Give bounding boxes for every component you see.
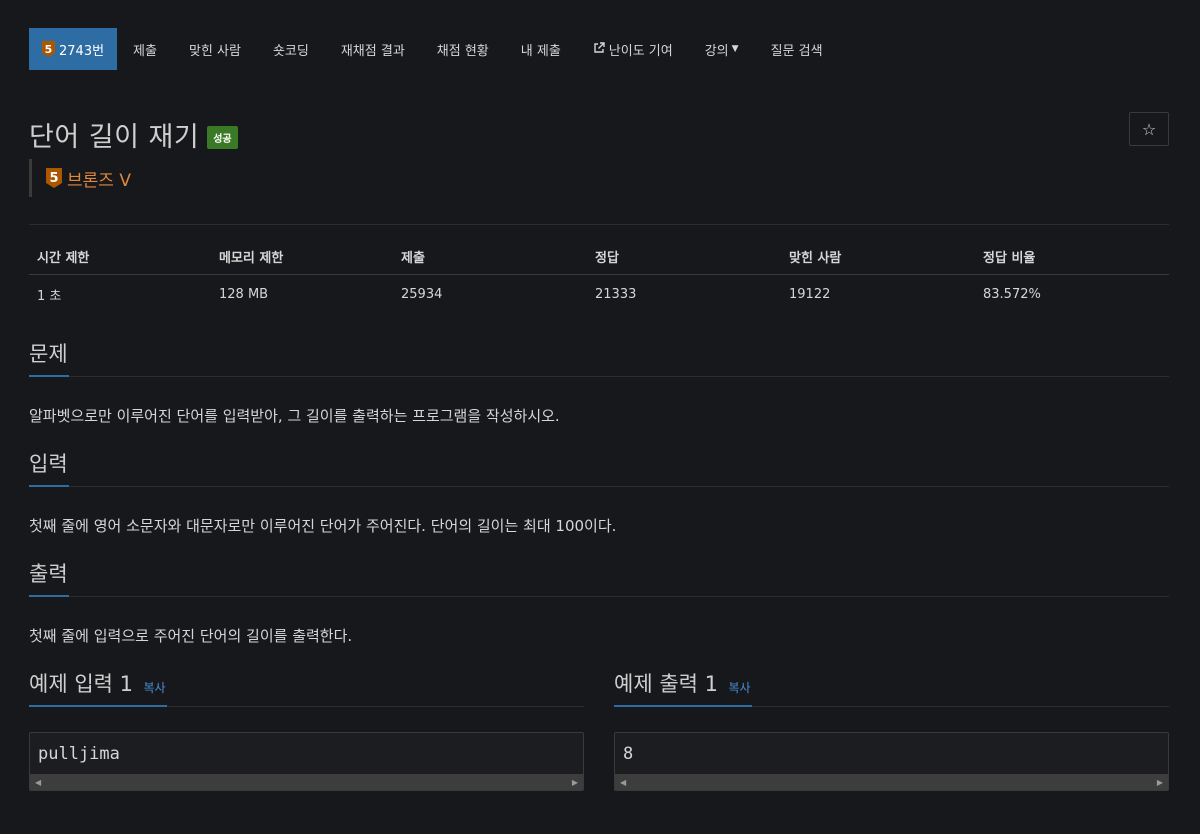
input-section: 입력 첫째 줄에 영어 소문자와 대문자로만 이루어진 단어가 주어진다. 단어… bbox=[29, 448, 1169, 536]
nav-lectures-label: 강의 bbox=[704, 43, 729, 59]
section-header: 예제 입력 1 복사 bbox=[29, 668, 584, 707]
sample-input-1: 예제 입력 1 복사 pulljima ◀ ▶ bbox=[29, 668, 584, 791]
nav-lectures[interactable]: 강의 ▼ bbox=[689, 28, 755, 70]
scroll-right-icon[interactable]: ▶ bbox=[572, 778, 578, 787]
header-solvers: 맞힌 사람 bbox=[781, 239, 975, 275]
input-description: 첫째 줄에 영어 소문자와 대문자로만 이루어진 단어가 주어진다. 단어의 길… bbox=[29, 517, 617, 535]
nav-my-submissions[interactable]: 내 제출 bbox=[505, 28, 577, 70]
header-accepted: 정답 bbox=[587, 239, 781, 275]
section-underline bbox=[29, 595, 69, 597]
table-row: 1 초 128 MB 25934 21333 19122 83.572% bbox=[29, 275, 1169, 315]
value-time-limit: 1 초 bbox=[37, 289, 62, 304]
header-memory-limit: 메모리 제한 bbox=[211, 239, 393, 275]
section-header: 문제 bbox=[29, 338, 1169, 377]
problem-title: 단어 길이 재기 bbox=[29, 122, 200, 153]
output-description: 첫째 줄에 입력으로 주어진 단어의 길이를 출력한다. bbox=[29, 627, 353, 645]
divider bbox=[29, 224, 1169, 225]
table-header-row: 시간 제한 메모리 제한 제출 정답 맞힌 사람 정답 비율 bbox=[29, 239, 1169, 275]
nav-short-coding[interactable]: 숏코딩 bbox=[257, 28, 325, 70]
value-memory-limit: 128 MB bbox=[219, 287, 269, 302]
caret-down-icon: ▼ bbox=[731, 44, 739, 54]
scroll-left-icon[interactable]: ◀ bbox=[35, 778, 41, 787]
horizontal-scrollbar[interactable]: ◀ ▶ bbox=[30, 774, 583, 790]
value-accept-ratio: 83.572% bbox=[983, 287, 1041, 302]
sample-output-box[interactable]: 8 ◀ ▶ bbox=[614, 732, 1169, 791]
header-accept-ratio: 정답 비율 bbox=[975, 239, 1169, 275]
status-badge: 성공 bbox=[207, 126, 238, 149]
page: 5 2743번 제출 맞힌 사람 숏코딩 재채점 결과 채점 현황 내 제출 난… bbox=[29, 28, 1169, 791]
section-header: 입력 bbox=[29, 448, 1169, 487]
external-link-icon bbox=[593, 41, 605, 57]
problem-info-table: 시간 제한 메모리 제한 제출 정답 맞힌 사람 정답 비율 1 초 128 M… bbox=[29, 239, 1169, 314]
sample-input-box[interactable]: pulljima ◀ ▶ bbox=[29, 732, 584, 791]
section-header: 예제 출력 1 복사 bbox=[614, 668, 1169, 707]
nav-question-search[interactable]: 질문 검색 bbox=[755, 28, 839, 70]
section-underline bbox=[29, 485, 69, 487]
header-time-limit: 시간 제한 bbox=[29, 239, 211, 275]
sample-output-value: 8 bbox=[623, 744, 634, 764]
nav-rejudge-results[interactable]: 재채점 결과 bbox=[325, 28, 421, 70]
section-title-description: 문제 bbox=[29, 342, 68, 366]
copy-input-link[interactable]: 복사 bbox=[143, 681, 165, 695]
star-button[interactable]: ☆ bbox=[1129, 112, 1169, 146]
nav-submit[interactable]: 제출 bbox=[117, 28, 173, 70]
problem-nav: 5 2743번 제출 맞힌 사람 숏코딩 재채점 결과 채점 현황 내 제출 난… bbox=[29, 28, 1169, 70]
samples: 예제 입력 1 복사 pulljima ◀ ▶ 예제 출력 1 복사 8 ◀ ▶ bbox=[29, 668, 1169, 791]
tier-name: 브론즈 V bbox=[67, 170, 131, 191]
sample-input-title: 예제 입력 1 bbox=[29, 672, 133, 696]
copy-output-link[interactable]: 복사 bbox=[728, 681, 750, 695]
nav-problem-number[interactable]: 5 2743번 bbox=[29, 28, 118, 70]
sample-output-1: 예제 출력 1 복사 8 ◀ ▶ bbox=[614, 668, 1169, 791]
nav-judge-status[interactable]: 채점 현황 bbox=[421, 28, 505, 70]
section-underline bbox=[29, 705, 167, 707]
horizontal-scrollbar[interactable]: ◀ ▶ bbox=[615, 774, 1168, 790]
output-section: 출력 첫째 줄에 입력으로 주어진 단어의 길이를 출력한다. bbox=[29, 558, 1169, 646]
problem-description-section: 문제 알파벳으로만 이루어진 단어를 입력받아, 그 길이를 출력하는 프로그램… bbox=[29, 338, 1169, 426]
section-title-output: 출력 bbox=[29, 562, 68, 586]
section-header: 출력 bbox=[29, 558, 1169, 597]
nav-solvers[interactable]: 맞힌 사람 bbox=[173, 28, 257, 70]
value-submissions: 25934 bbox=[401, 287, 443, 302]
problem-description: 알파벳으로만 이루어진 단어를 입력받아, 그 길이를 출력하는 프로그램을 작… bbox=[29, 407, 560, 425]
sample-input-value: pulljima bbox=[38, 744, 120, 764]
value-solvers: 19122 bbox=[789, 287, 831, 302]
header-submissions: 제출 bbox=[393, 239, 587, 275]
bronze-tier-icon: 5 bbox=[46, 168, 62, 188]
nav-difficulty-contribution[interactable]: 난이도 기여 bbox=[577, 28, 689, 70]
sample-output-title: 예제 출력 1 bbox=[614, 672, 718, 696]
value-accepted: 21333 bbox=[595, 287, 637, 302]
star-icon: ☆ bbox=[1141, 119, 1157, 139]
section-title-input: 입력 bbox=[29, 452, 68, 476]
nav-problem-number-label: 2743번 bbox=[59, 43, 105, 59]
nav-difficulty-contribution-label: 난이도 기여 bbox=[608, 43, 673, 59]
bronze-tier-icon: 5 bbox=[42, 41, 55, 57]
scroll-left-icon[interactable]: ◀ bbox=[620, 778, 626, 787]
problem-tier: 5 브론즈 V bbox=[29, 159, 1169, 197]
section-underline bbox=[29, 375, 69, 377]
problem-header: 단어 길이 재기 성공 ☆ bbox=[29, 112, 1169, 157]
scroll-right-icon[interactable]: ▶ bbox=[1157, 778, 1163, 787]
section-underline bbox=[614, 705, 752, 707]
